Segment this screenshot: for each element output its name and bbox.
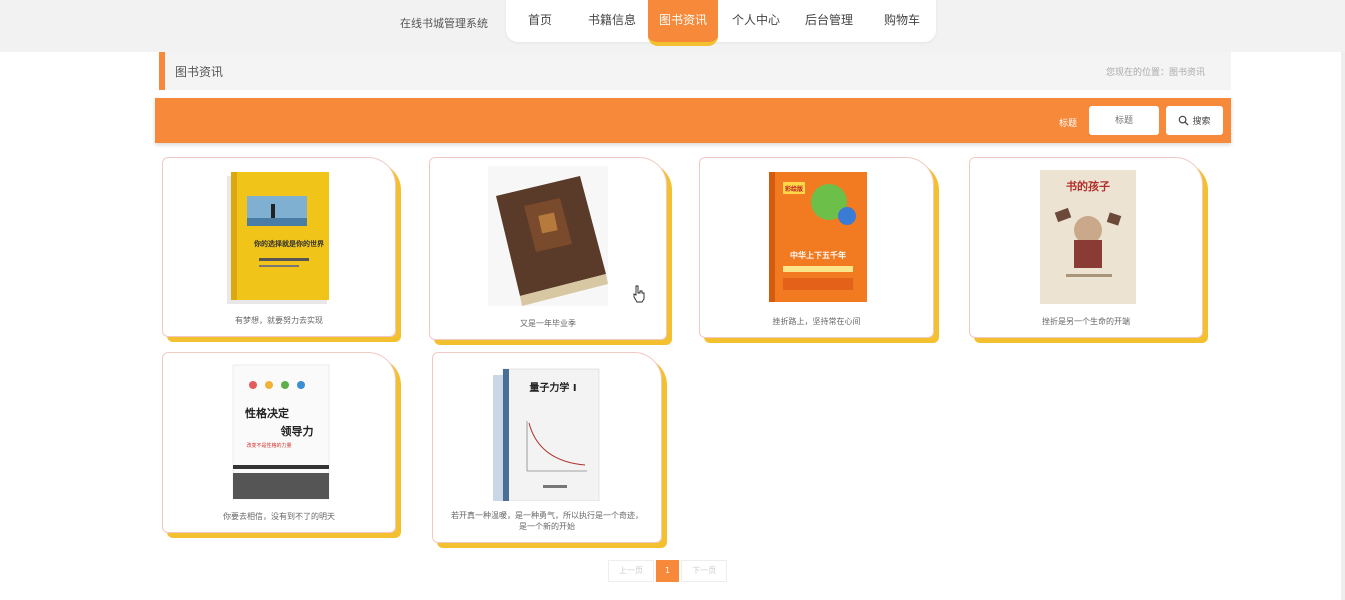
nav-cart[interactable]: 购物车 (872, 0, 932, 42)
news-card[interactable]: 彩绘版 中华上下五千年 挫折路上，坚持常在心间 (699, 157, 934, 338)
cover-badge: 彩绘版 (783, 185, 802, 193)
news-card[interactable]: 又是一年毕业季 (429, 157, 667, 340)
search-label: 标题 (1059, 119, 1078, 129)
book-cover-image: 书的孩子 (1040, 170, 1136, 304)
search-button[interactable]: 搜索 (1166, 106, 1223, 135)
book-cover-image: 量子力学 I (493, 368, 600, 501)
old-book-image (488, 166, 608, 306)
cover-title: 领导力 (280, 424, 314, 438)
pagination: 上一页 1 下一页 (608, 560, 728, 582)
book-cover-image: 彩绘版 中华上下五千年 (768, 172, 867, 302)
news-card[interactable]: 量子力学 I 若开真一种温暖，是一种勇气，所以执行是一个奇迹，是一个新的开始 (432, 352, 662, 543)
news-title: 若开真一种温暖，是一种勇气，所以执行是一个奇迹，是一个新的开始 (451, 511, 643, 531)
cover-title: 中华上下五千年 (790, 250, 846, 260)
nav-personal-center[interactable]: 个人中心 (724, 0, 788, 42)
news-card[interactable]: 书的孩子 挫折是另一个生命的开端 (969, 157, 1203, 338)
news-card[interactable]: 性格决定 领导力 改变不是性格的力量 你要去相信，没有到不了的明天 (162, 352, 396, 533)
nav-admin[interactable]: 后台管理 (796, 0, 862, 42)
hand-cursor-icon (633, 285, 645, 303)
site-title: 在线书城管理系统 (400, 17, 488, 30)
search-input[interactable] (1089, 106, 1159, 135)
search-icon (1179, 115, 1190, 126)
cover-subtitle: 改变不是性格的力量 (246, 442, 291, 449)
page-number-button[interactable]: 1 (656, 560, 680, 582)
prev-page-button[interactable]: 上一页 (608, 560, 654, 582)
book-cover-image: 性格决定 领导力 改变不是性格的力量 (232, 364, 330, 500)
news-title: 你要去相信，没有到不了的明天 (223, 511, 335, 521)
news-title: 又是一年毕业季 (520, 318, 576, 328)
search-button-label: 搜索 (1192, 117, 1211, 127)
breadcrumb-location: 您现在的位置：图书资讯 (1105, 68, 1205, 78)
cover-title: 你的选择就是你的世界 (253, 239, 325, 248)
cover-title: 量子力学 I (529, 381, 576, 394)
vertical-scrollbar[interactable] (1341, 52, 1345, 600)
news-title: 挫折路上，坚持常在心间 (772, 316, 861, 326)
top-navbar: 在线书城管理系统 首页 书籍信息 图书资讯 个人中心 后台管理 购物车 (0, 0, 1345, 52)
cover-title: 性格决定 (245, 406, 289, 420)
next-page-button[interactable]: 下一页 (681, 560, 728, 582)
nav-home[interactable]: 首页 (514, 0, 566, 42)
news-title: 挫折是另一个生命的开端 (1042, 316, 1130, 326)
news-title: 有梦想，就要努力去实现 (235, 315, 323, 325)
nav-book-info[interactable]: 书籍信息 (582, 0, 642, 42)
nav-book-news[interactable]: 图书资讯 (648, 0, 718, 46)
breadcrumb: 图书资讯 您现在的位置：图书资讯 (159, 52, 1231, 90)
main-nav: 首页 书籍信息 图书资讯 个人中心 后台管理 购物车 (506, 0, 936, 46)
book-cover-image: 你的选择就是你的世界 (227, 172, 329, 304)
page-title: 图书资讯 (175, 65, 224, 79)
news-card[interactable]: 你的选择就是你的世界 有梦想，就要努力去实现 (162, 157, 396, 337)
cover-title: 书的孩子 (1066, 179, 1110, 193)
search-bar: 标题 搜索 (155, 98, 1231, 143)
